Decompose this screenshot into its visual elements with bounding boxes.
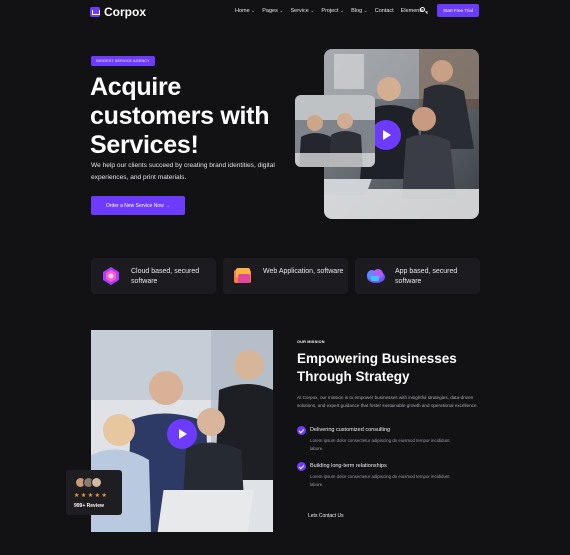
- mission-title: Empowering Businesses Through Strategy: [297, 351, 457, 384]
- feature-label: Cloud based, secured software: [131, 268, 200, 285]
- review-card: ★★★★★ 999+ Review: [66, 470, 122, 515]
- mission-point-desc: Lorem ipsum dolor consectetur adipiscing…: [310, 474, 450, 487]
- rating-stars-icon: ★★★★★: [74, 493, 109, 499]
- brand-name: Corpox: [104, 5, 146, 19]
- brand-logo[interactable]: Corpox: [90, 5, 146, 19]
- contact-us-link[interactable]: Lets Contact Us: [308, 513, 344, 519]
- check-icon: [297, 462, 306, 471]
- mission-description: At Corpox, our mission is to empower bus…: [297, 395, 478, 408]
- logo-icon: [90, 7, 100, 17]
- hero-description: We help our clients succeed by creating …: [91, 162, 275, 181]
- feature-card-app-based: App based, secured software: [355, 258, 480, 294]
- menu-item-blog[interactable]: Blog: [351, 8, 368, 14]
- menu-item-project[interactable]: Project: [321, 8, 344, 14]
- main-menu: Home Pages Service Project Blog Contact …: [235, 8, 429, 14]
- feature-label: Web Application, software: [263, 268, 344, 275]
- mission-point-title: Delivering customized consulting: [310, 427, 391, 433]
- order-service-button[interactable]: Order a New Service Now →: [91, 196, 185, 215]
- feature-label: App based, secured software: [395, 268, 458, 285]
- feature-card-cloud: Cloud based, secured software: [91, 258, 216, 294]
- play-video-button[interactable]: [371, 120, 401, 150]
- menu-item-home[interactable]: Home: [235, 8, 255, 14]
- hero-title: Acquire customers with Services!: [90, 73, 270, 159]
- start-free-trial-button[interactable]: Start Free Trial: [437, 4, 479, 17]
- mission-point-title: Building long-term relationships: [310, 463, 387, 469]
- menu-item-contact[interactable]: Contact: [375, 8, 394, 14]
- play-icon: [383, 130, 391, 140]
- top-navbar: Corpox Home Pages Service Project Blog C…: [0, 0, 570, 26]
- feature-card-web-app: Web Application, software: [223, 258, 348, 294]
- play-video-button[interactable]: [167, 419, 197, 449]
- web-app-icon: [233, 266, 253, 286]
- cloud-app-icon: [365, 266, 385, 286]
- menu-item-pages[interactable]: Pages: [262, 8, 283, 14]
- search-icon[interactable]: [420, 7, 428, 15]
- menu-item-service[interactable]: Service: [290, 8, 314, 14]
- reviewer-avatars: [75, 477, 102, 488]
- play-icon: [179, 429, 187, 439]
- check-icon: [297, 426, 306, 435]
- review-count: 999+ Review: [74, 503, 104, 509]
- hero-badge: BIGGEST SERVICE AGENCY: [91, 56, 155, 66]
- cloud-lock-icon: [101, 266, 121, 286]
- avatar: [91, 477, 102, 488]
- hero-secondary-photo: [295, 95, 375, 167]
- mission-point-desc: Lorem ipsum dolor consectetur adipiscing…: [310, 438, 450, 451]
- mission-eyebrow: OUR MISSION: [297, 340, 325, 344]
